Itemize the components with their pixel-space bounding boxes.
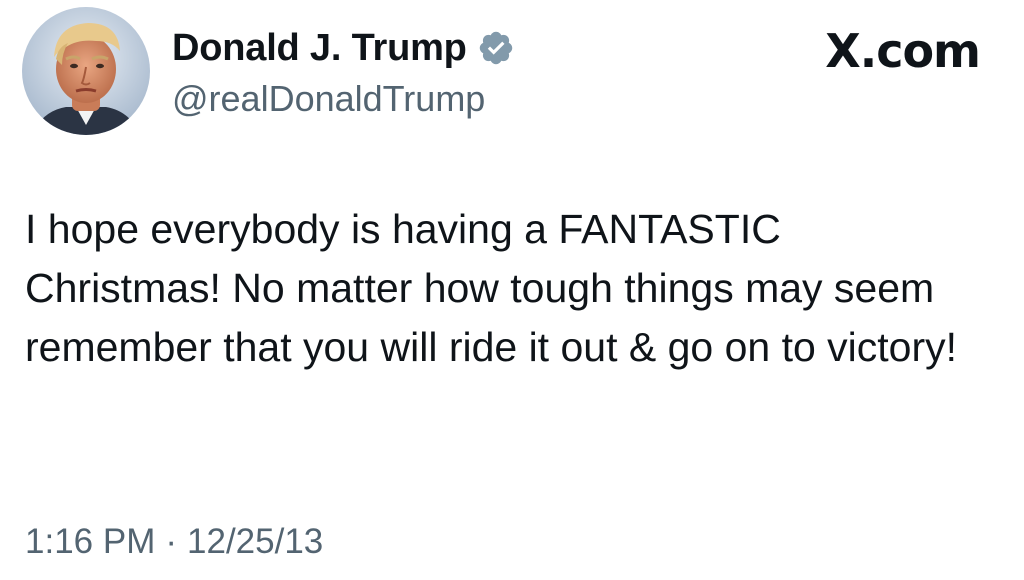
tweet-text: I hope everybody is having a FANTASTIC C… — [25, 206, 958, 370]
verified-badge-icon[interactable] — [477, 29, 515, 67]
author-handle[interactable]: @realDonaldTrump — [172, 78, 515, 120]
author-display-name[interactable]: Donald J. Trump — [172, 27, 467, 70]
avatar-image — [22, 7, 150, 135]
tweet-card: Donald J. Trump @realDonaldTrump X.com I… — [0, 0, 1024, 580]
avatar[interactable] — [22, 7, 150, 135]
tweet-date: 12/25/13 — [187, 522, 324, 561]
name-row: Donald J. Trump — [172, 22, 515, 74]
site-brand-logo: X.com — [825, 24, 981, 78]
tweet-header: Donald J. Trump @realDonaldTrump — [22, 6, 515, 136]
author-block: Donald J. Trump @realDonaldTrump — [172, 22, 515, 120]
tweet-time: 1:16 PM — [25, 522, 156, 561]
timestamp-separator: · — [165, 522, 178, 561]
tweet-timestamp[interactable]: 1:16 PM · 12/25/13 — [25, 522, 323, 562]
